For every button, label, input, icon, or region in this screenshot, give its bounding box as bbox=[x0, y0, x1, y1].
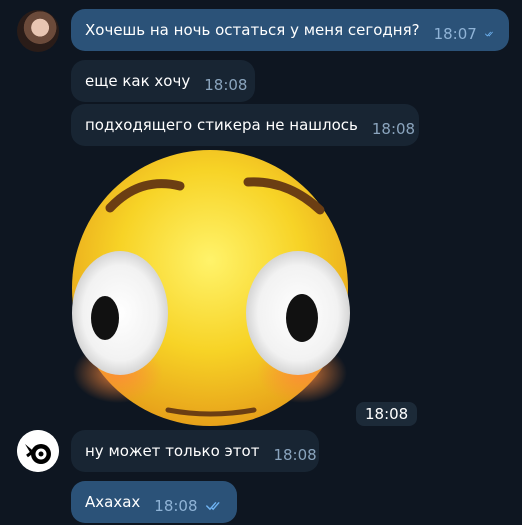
message-text: Ахахах bbox=[85, 493, 141, 511]
message-bubble-incoming[interactable]: ну может только этот 18:08 bbox=[71, 430, 319, 472]
message-time: 18:08 bbox=[154, 497, 198, 515]
message-text: ну может только этот bbox=[85, 442, 260, 460]
message-bubble-outgoing[interactable]: Хочешь на ночь остаться у меня сегодня? … bbox=[71, 9, 509, 51]
message-bubble-incoming[interactable]: еще как хочу 18:08 bbox=[71, 60, 255, 102]
message-text: еще как хочу bbox=[85, 72, 191, 90]
message-text: подходящего стикера не нашлось bbox=[85, 116, 358, 134]
message-time: 18:07 bbox=[433, 25, 477, 43]
message-bubble-incoming[interactable]: подходящего стикера не нашлось 18:08 bbox=[71, 104, 419, 146]
message-text: Хочешь на ночь остаться у меня сегодня? bbox=[85, 21, 420, 39]
contact-avatar[interactable] bbox=[17, 430, 59, 472]
blender-logo-icon bbox=[17, 430, 59, 472]
message-bubble-outgoing[interactable]: Ахахах 18:08 bbox=[71, 481, 237, 523]
double-check-icon bbox=[484, 31, 493, 37]
message-time: 18:08 bbox=[204, 76, 248, 94]
contact-avatar[interactable] bbox=[17, 10, 59, 52]
double-check-icon bbox=[205, 502, 219, 511]
sticker-time: 18:08 bbox=[356, 402, 418, 426]
flushed-face-sticker[interactable] bbox=[70, 148, 350, 428]
message-time: 18:08 bbox=[273, 446, 317, 464]
message-time: 18:08 bbox=[371, 120, 416, 138]
